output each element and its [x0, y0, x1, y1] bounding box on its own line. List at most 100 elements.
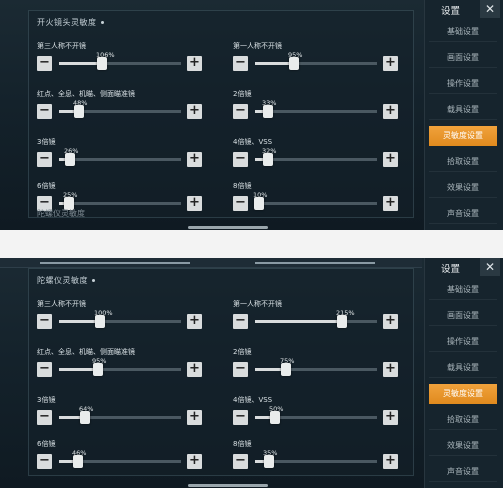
increase-button[interactable]: +	[187, 314, 202, 329]
settings-screen: 陀螺仪灵敏度 第三人称不开镜 −100% + 第一人称不开镜 −215% + 红点、全息、机…	[0, 258, 503, 488]
sensitivity-setting: 第三人称不开镜 −106% +	[37, 41, 203, 81]
slider-track[interactable]: 33%	[255, 99, 377, 118]
slider-track[interactable]: 46%	[59, 449, 181, 468]
sensitivity-setting: 红点、全息、机瞄、侧面瞄准镜 −48% +	[37, 89, 203, 129]
setting-label: 红点、全息、机瞄、侧面瞄准镜	[37, 90, 135, 98]
increase-button[interactable]: +	[187, 410, 202, 425]
sensitivity-setting: 8倍镜 −35% +	[233, 439, 399, 479]
increase-button[interactable]: +	[187, 152, 202, 167]
slider-handle[interactable]	[97, 57, 107, 70]
slider-track[interactable]: 95%	[59, 357, 181, 376]
increase-button[interactable]: +	[383, 454, 398, 469]
sidebar-item[interactable]: 画面设置	[429, 48, 497, 68]
slider-handle[interactable]	[254, 197, 264, 210]
slider-handle[interactable]	[270, 411, 280, 424]
slider-track[interactable]: 106%	[59, 51, 181, 70]
slider-handle[interactable]	[289, 57, 299, 70]
slider-handle[interactable]	[80, 411, 90, 424]
slider-handle[interactable]	[263, 105, 273, 118]
increase-button[interactable]: +	[187, 196, 202, 211]
decrease-button[interactable]: −	[37, 152, 52, 167]
decrease-button[interactable]: −	[233, 196, 248, 211]
sensitivity-setting: 红点、全息、机瞄、侧面瞄准镜 −95% +	[37, 347, 203, 387]
sidebar-item[interactable]: 效果设置	[429, 178, 497, 198]
increase-button[interactable]: +	[383, 56, 398, 71]
increase-button[interactable]: +	[187, 454, 202, 469]
sidebar-item[interactable]: 拾取设置	[429, 152, 497, 172]
increase-button[interactable]: +	[383, 152, 398, 167]
setting-label: 第一人称不开镜	[233, 300, 282, 308]
decrease-button[interactable]: −	[233, 152, 248, 167]
slider-track[interactable]: 50%	[255, 405, 377, 424]
sidebar-item[interactable]: 声音设置	[429, 204, 497, 224]
setting-label: 3倍镜	[37, 396, 56, 404]
slider-track[interactable]: 25%	[59, 191, 181, 210]
decrease-button[interactable]: −	[233, 314, 248, 329]
sidebar-item[interactable]: 载具设置	[429, 358, 497, 378]
sidebar-item[interactable]: 画面设置	[429, 306, 497, 326]
decrease-button[interactable]: −	[37, 56, 52, 71]
increase-button[interactable]: +	[187, 362, 202, 377]
slider-handle[interactable]	[95, 315, 105, 328]
increase-button[interactable]: +	[383, 196, 398, 211]
slider-track[interactable]: 32%	[255, 147, 377, 166]
increase-button[interactable]: +	[187, 56, 202, 71]
setting-label: 3倍镜	[37, 138, 56, 146]
slider-track[interactable]: 215%	[255, 309, 377, 328]
slider-handle[interactable]	[73, 455, 83, 468]
close-icon[interactable]: ✕	[480, 0, 500, 18]
sidebar-item[interactable]: 快捷设置	[429, 228, 497, 230]
slider-track[interactable]: 48%	[59, 99, 181, 118]
decrease-button[interactable]: −	[233, 362, 248, 377]
sidebar-item[interactable]: 载具设置	[429, 100, 497, 120]
decrease-button[interactable]: −	[233, 454, 248, 469]
slider-track[interactable]: 100%	[59, 309, 181, 328]
increase-button[interactable]: +	[383, 410, 398, 425]
slider-handle[interactable]	[337, 315, 347, 328]
sidebar-item[interactable]: 声音设置	[429, 462, 497, 482]
sidebar-item[interactable]: 灵敏度设置	[429, 384, 497, 404]
slider-track[interactable]: 95%	[255, 51, 377, 70]
setting-label: 6倍镜	[37, 440, 56, 448]
slider-handle[interactable]	[74, 105, 84, 118]
decrease-button[interactable]: −	[37, 104, 52, 119]
increase-button[interactable]: +	[383, 104, 398, 119]
sidebar-item[interactable]: 灵敏度设置	[429, 126, 497, 146]
sidebar-title: 设置	[441, 6, 461, 17]
sidebar-item[interactable]: 基础设置	[429, 22, 497, 42]
decrease-button[interactable]: −	[233, 56, 248, 71]
sensitivity-setting: 2倍镜 −75% +	[233, 347, 399, 387]
slider-track[interactable]: 64%	[59, 405, 181, 424]
close-icon[interactable]: ✕	[480, 258, 500, 276]
decrease-button[interactable]: −	[37, 454, 52, 469]
setting-label: 8倍镜	[233, 440, 252, 448]
slider-handle[interactable]	[93, 363, 103, 376]
home-indicator	[188, 484, 268, 487]
sidebar-item[interactable]: 基础设置	[429, 280, 497, 300]
decrease-button[interactable]: −	[37, 314, 52, 329]
slider-track[interactable]: 10%	[253, 191, 377, 210]
slider-handle[interactable]	[263, 153, 273, 166]
setting-label: 第三人称不开镜	[37, 300, 86, 308]
slider-handle[interactable]	[281, 363, 291, 376]
increase-button[interactable]: +	[383, 314, 398, 329]
sidebar-item[interactable]: 操作设置	[429, 332, 497, 352]
next-section-title: 陀螺仪灵敏度	[37, 209, 85, 218]
slider-handle[interactable]	[65, 153, 75, 166]
sidebar-header: 设置 ✕	[425, 0, 503, 20]
decrease-button[interactable]: −	[233, 410, 248, 425]
decrease-button[interactable]: −	[37, 362, 52, 377]
slider-track[interactable]: 35%	[255, 449, 377, 468]
increase-button[interactable]: +	[383, 362, 398, 377]
slider-track[interactable]: 75%	[255, 357, 377, 376]
sensitivity-setting: 4倍镜、VSS −32% +	[233, 137, 399, 177]
increase-button[interactable]: +	[187, 104, 202, 119]
decrease-button[interactable]: −	[37, 410, 52, 425]
decrease-button[interactable]: −	[233, 104, 248, 119]
sidebar-item[interactable]: 效果设置	[429, 436, 497, 456]
sidebar-item[interactable]: 拾取设置	[429, 410, 497, 430]
slider-handle[interactable]	[264, 455, 274, 468]
slider-track[interactable]: 26%	[59, 147, 181, 166]
sidebar-item[interactable]: 操作设置	[429, 74, 497, 94]
sensitivity-setting: 第一人称不开镜 −95% +	[233, 41, 399, 81]
